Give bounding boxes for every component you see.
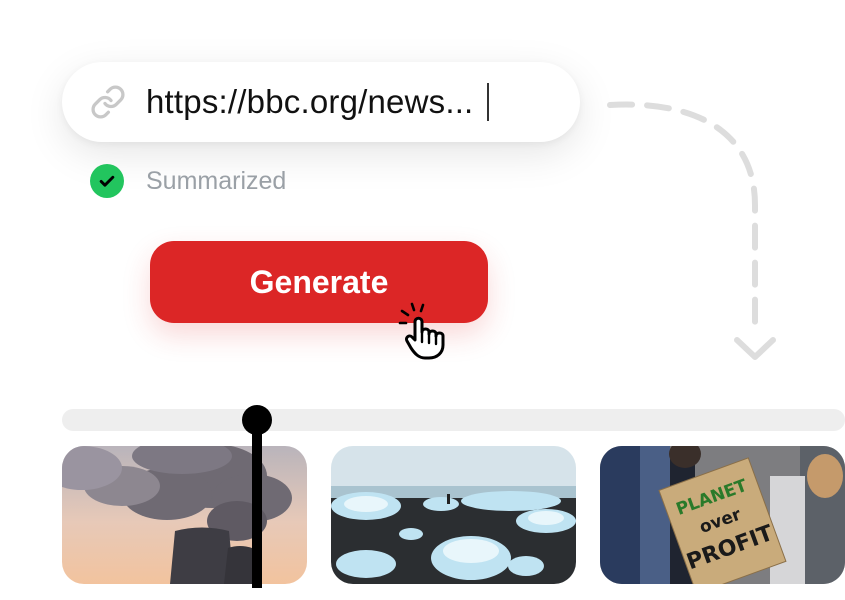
- thumbnail-power-plant[interactable]: [62, 446, 307, 584]
- thumbnail-ice-beach[interactable]: [331, 446, 576, 584]
- summarized-status: Summarized: [90, 164, 286, 198]
- pointer-hand-icon: [398, 302, 445, 360]
- playhead-line[interactable]: [252, 418, 262, 588]
- text-caret: [487, 83, 490, 121]
- link-icon: [90, 84, 126, 120]
- url-value[interactable]: https://bbc.org/news...: [146, 83, 473, 121]
- thumbnail-climate-protest[interactable]: PLANET over PROFIT: [600, 446, 845, 584]
- timeline-track[interactable]: [62, 409, 845, 431]
- status-label: Summarized: [146, 166, 287, 195]
- dashed-arrow-icon: [607, 101, 776, 360]
- url-input[interactable]: https://bbc.org/news...: [62, 62, 580, 142]
- check-circle-icon: [90, 164, 124, 198]
- playhead-handle[interactable]: [242, 405, 272, 435]
